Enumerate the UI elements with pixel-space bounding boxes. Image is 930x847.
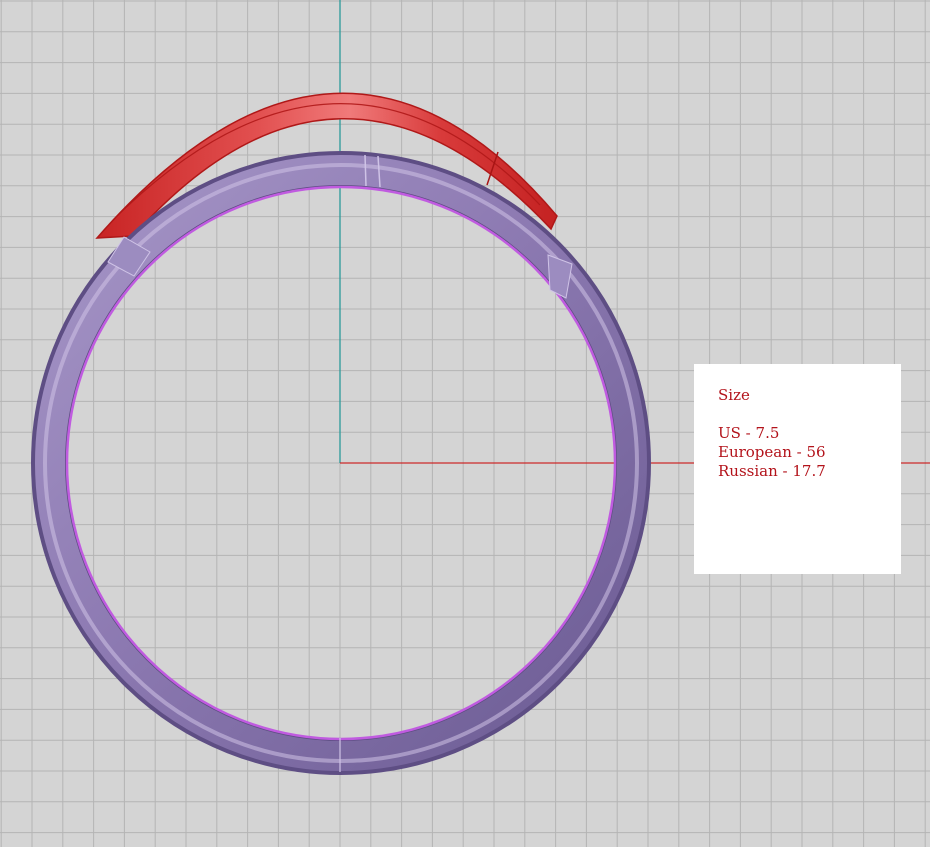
size-european: European - 56: [718, 443, 826, 461]
ring-size-panel: Size US - 7.5 European - 56 Russian - 17…: [694, 364, 901, 574]
size-us: US - 7.5: [718, 424, 780, 442]
size-heading: Size: [718, 386, 750, 404]
3d-viewport[interactable]: Size US - 7.5 European - 56 Russian - 17…: [0, 0, 930, 847]
size-russian: Russian - 17.7: [718, 462, 826, 480]
band-seam-top: [364, 154, 367, 187]
